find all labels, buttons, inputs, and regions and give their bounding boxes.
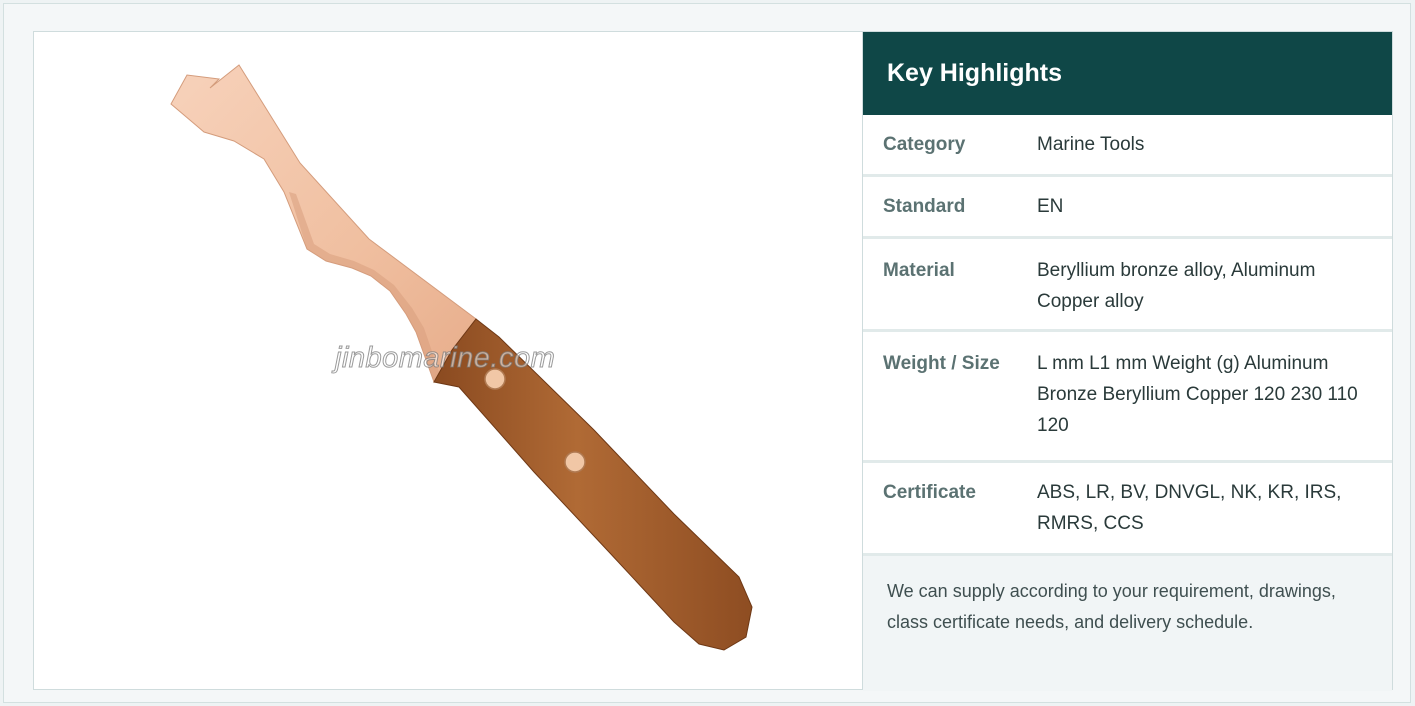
row-value: Marine Tools (1037, 134, 1145, 155)
row-value: EN (1037, 196, 1064, 217)
row-value: L mm L1 mm Weight (g) Aluminum Bronze Be… (1037, 353, 1358, 436)
panel-title: Key Highlights (863, 32, 1392, 115)
row-value: Beryllium bronze alloy, Aluminum Copper … (1037, 260, 1316, 312)
supply-note: We can supply according to your requirem… (863, 556, 1392, 691)
product-card: jinbomarine.com Key Highlights Category … (33, 31, 1393, 691)
row-label: Category (883, 133, 966, 155)
row-label: Certificate (883, 482, 976, 503)
rivet-bottom (564, 451, 586, 473)
row-label: Material (883, 260, 955, 281)
row-label: Weight / Size (883, 353, 1000, 374)
page-frame: jinbomarine.com Key Highlights Category … (3, 3, 1411, 703)
row-weight-size: Weight / Size L mm L1 mm Weight (g) Alum… (863, 332, 1392, 463)
row-value: ABS, LR, BV, DNVGL, NK, KR, IRS, RMRS, C… (1037, 482, 1342, 534)
row-material: Material Beryllium bronze alloy, Aluminu… (863, 239, 1392, 332)
watermark-text: jinbomarine.com (334, 342, 556, 375)
row-certificate: Certificate ABS, LR, BV, DNVGL, NK, KR, … (863, 463, 1392, 556)
row-standard: Standard EN (863, 177, 1392, 239)
key-highlights-panel: Key Highlights Category Marine Tools Sta… (863, 32, 1392, 691)
row-label: Standard (883, 195, 966, 217)
blade-shape (170, 64, 477, 384)
row-category: Category Marine Tools (863, 115, 1392, 177)
product-image: jinbomarine.com (34, 32, 863, 689)
